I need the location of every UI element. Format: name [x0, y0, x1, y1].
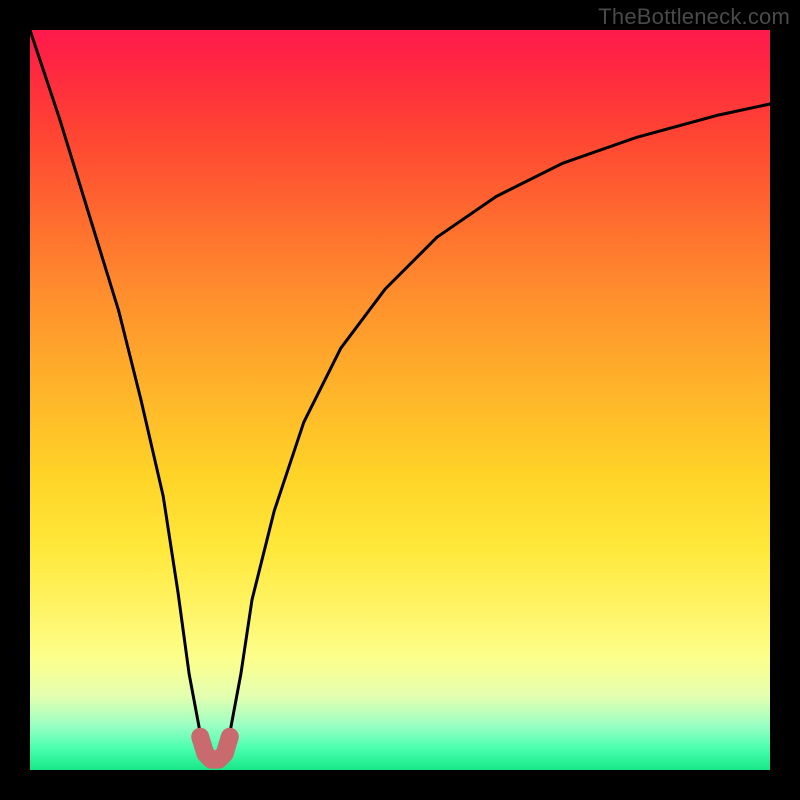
curve-layer — [30, 30, 770, 770]
watermark-text: TheBottleneck.com — [598, 4, 790, 30]
highlight-segment — [200, 737, 230, 760]
chart-frame: TheBottleneck.com — [0, 0, 800, 800]
plot-area — [30, 30, 770, 770]
bottleneck-curve — [30, 30, 770, 763]
